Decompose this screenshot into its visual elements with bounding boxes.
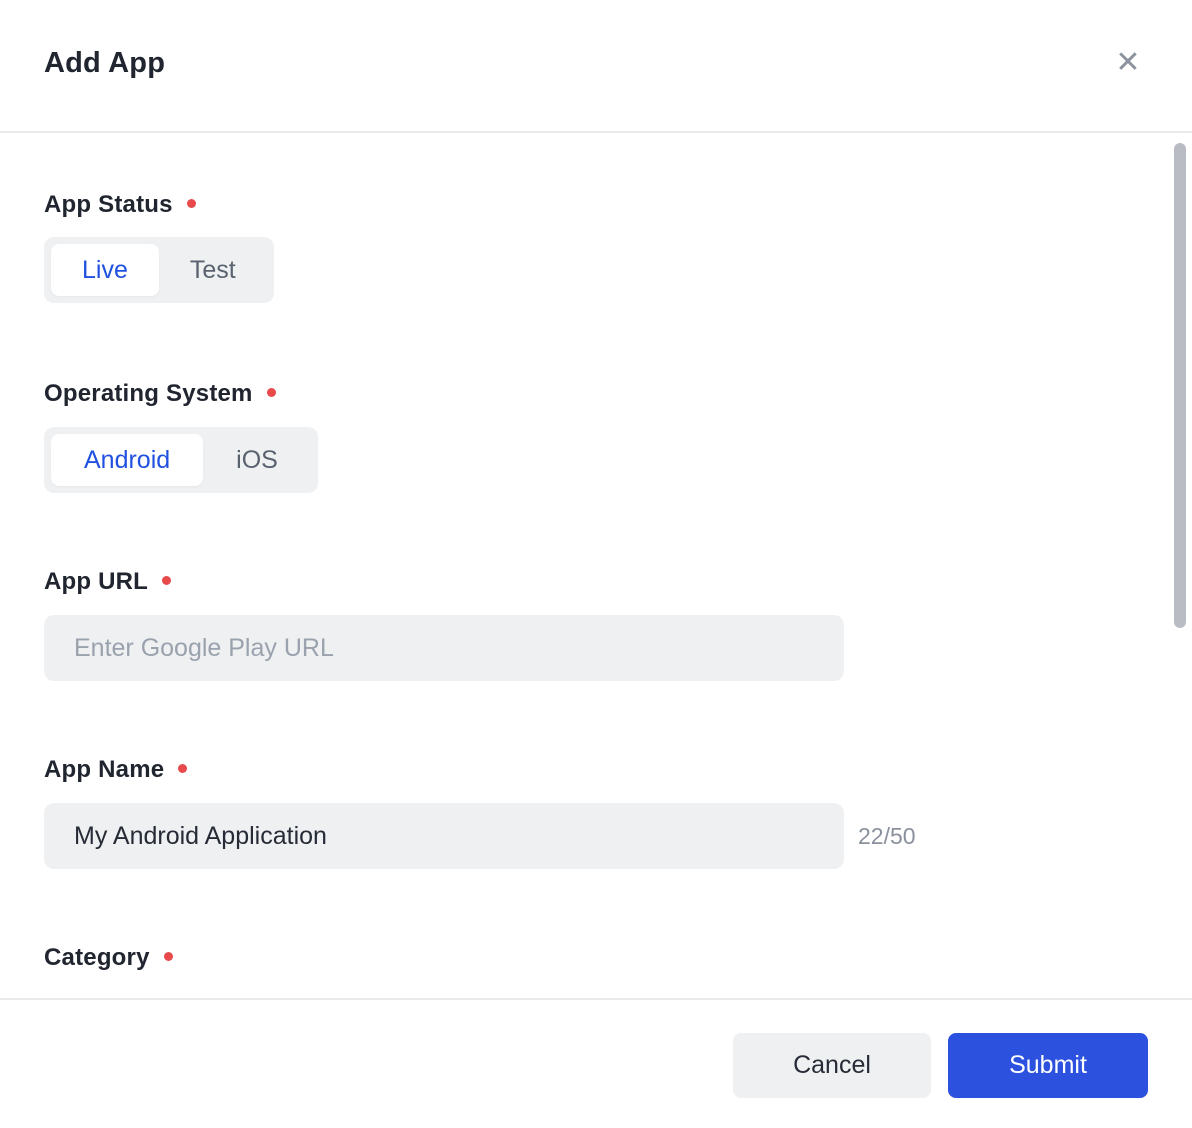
char-counter: 22/50 [858,822,916,849]
app-status-option-live[interactable]: Live [51,244,159,296]
app-url-input[interactable] [44,615,844,681]
scrollbar-thumb[interactable] [1174,143,1186,628]
required-dot [186,198,196,208]
operating-system-label: Operating System [44,379,276,409]
os-option-android[interactable]: Android [51,434,204,486]
app-name-label: App Name [44,755,188,785]
close-button[interactable]: ✕ [1106,41,1150,85]
add-app-modal: Add App ✕ App Status Live Test Operating… [0,0,1192,1128]
required-dot [162,575,172,585]
category-label-text: Category [44,944,150,971]
required-dot [163,951,173,961]
header-divider [0,131,1192,133]
close-icon: ✕ [1115,46,1141,79]
app-status-option-test[interactable]: Test [159,244,267,296]
operating-system-label-text: Operating System [44,380,253,407]
app-status-toggle: Live Test [44,237,274,303]
category-label: Category [44,943,173,973]
cancel-button[interactable]: Cancel [733,1033,931,1098]
modal-title: Add App [44,47,166,79]
footer-divider [0,998,1192,1000]
app-url-label: App URL [44,567,172,597]
app-status-label: App Status [44,190,196,220]
required-dot [178,763,188,773]
required-dot [266,387,276,397]
app-status-label-text: App Status [44,191,173,218]
os-option-ios[interactable]: iOS [203,434,311,486]
app-name-input[interactable] [44,803,844,869]
submit-button[interactable]: Submit [948,1033,1148,1098]
app-url-label-text: App URL [44,568,149,595]
app-name-label-text: App Name [44,756,165,783]
operating-system-toggle: Android iOS [44,427,318,493]
